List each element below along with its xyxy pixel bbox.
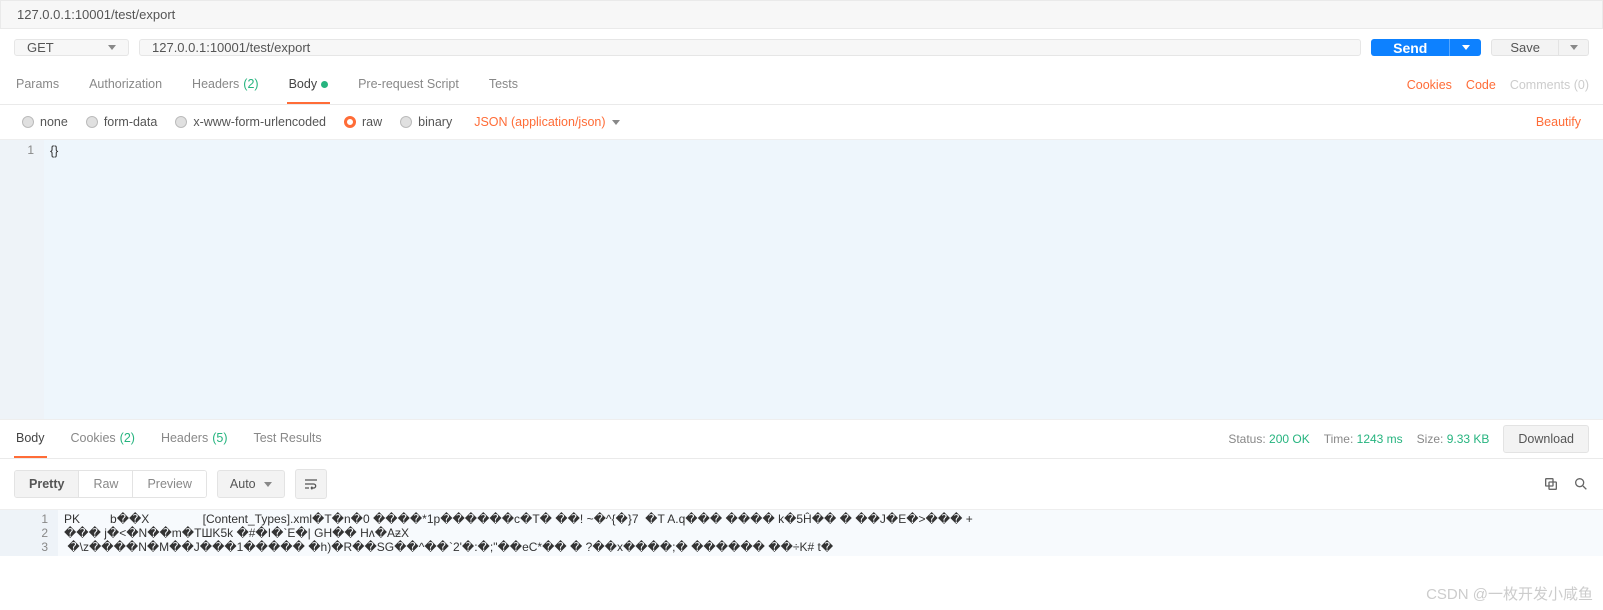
request-tabs: Params Authorization Headers (2) Body Pr… [14, 66, 520, 104]
format-select[interactable]: Auto [217, 470, 285, 498]
request-row: GET 127.0.0.1:10001/test/export Send Sav… [0, 29, 1603, 66]
response-tabs: Body Cookies (2) Headers (5) Test Result… [14, 420, 324, 458]
request-tabs-right: Cookies Code Comments (0) [1407, 78, 1589, 92]
save-dropdown[interactable] [1559, 39, 1589, 56]
size-value: 9.33 KB [1447, 432, 1490, 446]
radio-raw[interactable]: raw [344, 115, 382, 129]
top-url-text: 127.0.0.1:10001/test/export [17, 7, 175, 22]
tab-headers[interactable]: Headers (2) [190, 66, 261, 104]
watermark: CSDN @一枚开发小咸鱼 [1426, 583, 1593, 604]
resp-tab-testresults[interactable]: Test Results [251, 420, 323, 458]
request-body-editor[interactable]: 1 {} [0, 140, 1603, 420]
wrap-icon [303, 476, 319, 492]
send-dropdown[interactable] [1449, 39, 1481, 56]
resp-gutter: 1 2 3 [0, 510, 58, 556]
radio-xwww[interactable]: x-www-form-urlencoded [175, 115, 326, 129]
resp-content[interactable]: PK b��X [Content_Types].xml�T�n�0 ����*1… [58, 510, 1603, 556]
comments-link[interactable]: Comments (0) [1510, 78, 1589, 92]
url-input[interactable]: 127.0.0.1:10001/test/export [139, 39, 1361, 56]
radio-icon [175, 116, 187, 128]
content-type-select[interactable]: JSON (application/json) [474, 115, 619, 129]
url-value: 127.0.0.1:10001/test/export [152, 40, 310, 55]
body-indicator-dot [321, 81, 328, 88]
beautify-link[interactable]: Beautify [1536, 115, 1581, 129]
code-link[interactable]: Code [1466, 78, 1496, 92]
status-value: 200 OK [1269, 432, 1310, 446]
editor-content[interactable]: {} [44, 140, 1603, 419]
send-button-group: Send [1371, 39, 1481, 56]
radio-icon [344, 116, 356, 128]
chevron-down-icon [264, 482, 272, 487]
size-label: Size: [1417, 432, 1444, 446]
line-number: 2 [0, 526, 48, 540]
radio-icon [400, 116, 412, 128]
radio-binary[interactable]: binary [400, 115, 452, 129]
wrap-toggle[interactable] [295, 469, 327, 499]
save-button-group: Save [1491, 39, 1589, 56]
tab-tests[interactable]: Tests [487, 66, 520, 104]
http-method-select[interactable]: GET [14, 39, 129, 56]
tab-prerequest[interactable]: Pre-request Script [356, 66, 461, 104]
tab-authorization[interactable]: Authorization [87, 66, 164, 104]
request-tabs-row: Params Authorization Headers (2) Body Pr… [0, 66, 1603, 105]
body-type-row: none form-data x-www-form-urlencoded raw… [0, 105, 1603, 140]
chevron-down-icon [612, 120, 620, 125]
headers-count: (2) [243, 77, 258, 91]
resp-tab-body[interactable]: Body [14, 420, 47, 458]
time-value: 1243 ms [1357, 432, 1403, 446]
resp-headers-count: (5) [212, 431, 227, 445]
top-url-bar: 127.0.0.1:10001/test/export [0, 0, 1603, 29]
copy-icon[interactable] [1543, 476, 1559, 492]
line-number: 1 [0, 143, 34, 157]
chevron-down-icon [108, 45, 116, 50]
response-toolbar: Pretty Raw Preview Auto [0, 459, 1603, 509]
seg-pretty[interactable]: Pretty [15, 471, 78, 497]
chevron-down-icon [1462, 45, 1470, 50]
method-label: GET [27, 40, 54, 55]
download-button[interactable]: Download [1503, 425, 1589, 453]
radio-none[interactable]: none [22, 115, 68, 129]
resp-tab-cookies[interactable]: Cookies (2) [69, 420, 137, 458]
time-label: Time: [1324, 432, 1354, 446]
toolbar-right [1543, 476, 1589, 492]
tab-body[interactable]: Body [287, 66, 331, 104]
response-body-editor[interactable]: 1 2 3 PK b��X [Content_Types].xml�T�n�0 … [0, 509, 1603, 556]
search-icon[interactable] [1573, 476, 1589, 492]
radio-icon [22, 116, 34, 128]
seg-raw[interactable]: Raw [78, 471, 132, 497]
status-label: Status: [1228, 432, 1265, 446]
radio-icon [86, 116, 98, 128]
response-tabs-row: Body Cookies (2) Headers (5) Test Result… [0, 420, 1603, 459]
cookies-link[interactable]: Cookies [1407, 78, 1452, 92]
save-button[interactable]: Save [1491, 39, 1559, 56]
chevron-down-icon [1570, 45, 1578, 50]
editor-gutter: 1 [0, 140, 44, 419]
view-mode-segments: Pretty Raw Preview [14, 470, 207, 498]
line-number: 3 [0, 540, 48, 554]
seg-preview[interactable]: Preview [132, 471, 205, 497]
radio-form-data[interactable]: form-data [86, 115, 158, 129]
response-meta: Status: 200 OK Time: 1243 ms Size: 9.33 … [1228, 425, 1589, 453]
tab-params[interactable]: Params [14, 66, 61, 104]
line-number: 1 [0, 512, 48, 526]
send-button[interactable]: Send [1371, 39, 1449, 56]
cookies-count: (2) [120, 431, 135, 445]
resp-tab-headers[interactable]: Headers (5) [159, 420, 230, 458]
